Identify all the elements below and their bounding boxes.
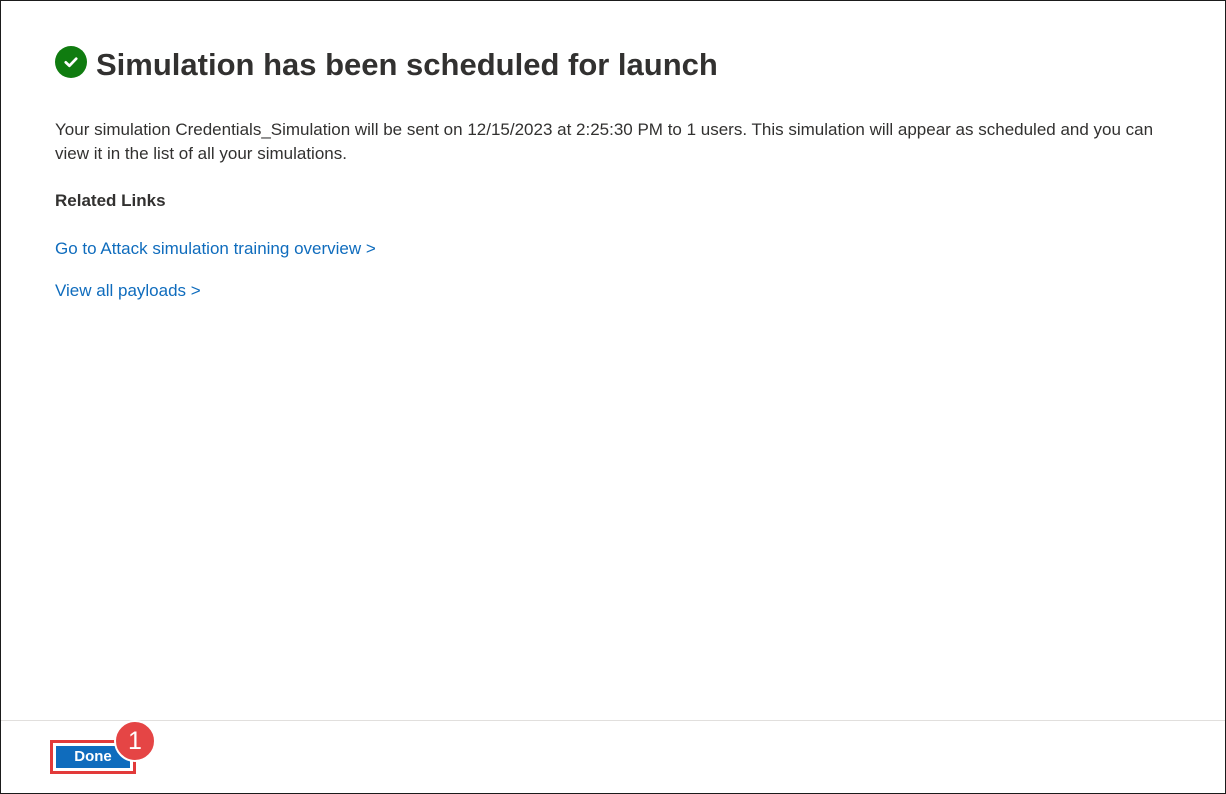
view-all-payloads-link[interactable]: View all payloads >: [55, 279, 201, 303]
dialog-panel: Simulation has been scheduled for launch…: [0, 0, 1226, 794]
confirmation-content: Simulation has been scheduled for launch…: [55, 43, 1185, 303]
related-links-heading: Related Links: [55, 191, 166, 210]
title-row: Simulation has been scheduled for launch: [55, 43, 1185, 87]
check-circle-icon: [55, 46, 87, 78]
attack-simulation-overview-link[interactable]: Go to Attack simulation training overvie…: [55, 237, 376, 261]
step-badge: 1: [114, 720, 156, 762]
footer-divider: [1, 720, 1225, 721]
page-title: Simulation has been scheduled for launch: [96, 47, 718, 82]
scheduled-description: Your simulation Credentials_Simulation w…: [55, 120, 1154, 163]
